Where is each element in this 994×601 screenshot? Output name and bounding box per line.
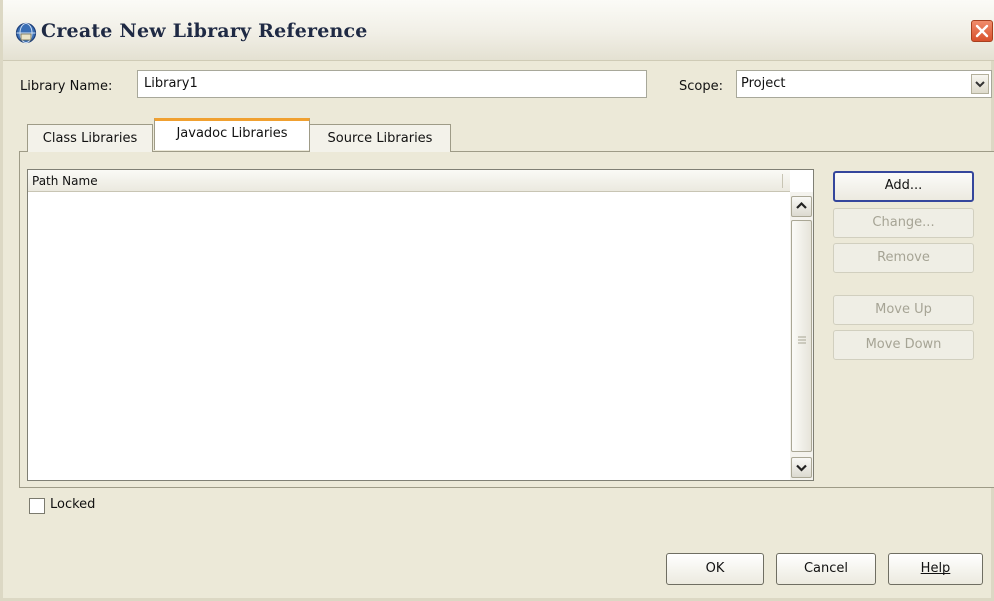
column-header-label: Path Name — [32, 174, 98, 188]
library-name-label: Library Name: — [20, 79, 113, 94]
tab-source-libraries[interactable]: Source Libraries — [309, 124, 451, 152]
grip-icon — [798, 329, 806, 344]
locked-label: Locked — [50, 497, 96, 512]
move-up-button[interactable]: Move Up — [833, 295, 974, 325]
ok-button[interactable]: OK — [666, 553, 764, 585]
create-library-dialog: Create New Library Reference Library Nam… — [0, 0, 994, 601]
change-button[interactable]: Change... — [833, 208, 974, 238]
title-bar[interactable]: Create New Library Reference — [3, 0, 994, 61]
chevron-down-icon[interactable] — [971, 74, 989, 94]
path-list[interactable]: Path Name — [27, 169, 814, 481]
scroll-thumb[interactable] — [791, 220, 812, 452]
column-divider — [782, 174, 783, 188]
cancel-button[interactable]: Cancel — [776, 553, 876, 585]
close-button[interactable] — [971, 20, 993, 42]
scroll-up-button[interactable] — [791, 196, 812, 217]
remove-button[interactable]: Remove — [833, 243, 974, 273]
locked-checkbox[interactable] — [29, 498, 45, 514]
tab-class-libraries[interactable]: Class Libraries — [27, 124, 153, 152]
library-globe-icon — [15, 22, 37, 44]
help-button[interactable]: Help — [888, 553, 983, 585]
help-button-label: Help — [920, 561, 951, 576]
tab-javadoc-libraries[interactable]: Javadoc Libraries — [154, 118, 310, 150]
library-name-input[interactable]: Library1 — [137, 70, 647, 98]
add-button[interactable]: Add... — [833, 171, 974, 202]
column-header-path-name[interactable]: Path Name — [28, 170, 790, 192]
scope-select-value: Project — [741, 76, 786, 91]
vertical-scrollbar[interactable] — [790, 192, 813, 480]
scope-label: Scope: — [679, 79, 723, 94]
dialog-title: Create New Library Reference — [41, 20, 368, 42]
scroll-down-button[interactable] — [791, 457, 812, 478]
scope-select[interactable]: Project — [736, 70, 992, 98]
move-down-button[interactable]: Move Down — [833, 330, 974, 360]
